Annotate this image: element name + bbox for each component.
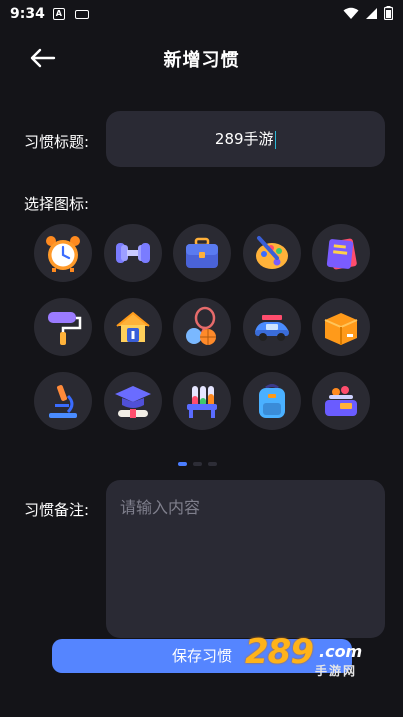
graduation-cap-icon bbox=[114, 386, 151, 418]
icon-option-notebook[interactable] bbox=[312, 224, 370, 282]
house-icon bbox=[115, 311, 150, 342]
paint-roller-icon bbox=[48, 312, 82, 345]
icon-option-backpack[interactable] bbox=[242, 372, 301, 430]
icon-option-briefcase[interactable] bbox=[173, 224, 231, 282]
status-icons bbox=[343, 6, 393, 20]
page-dot-1[interactable] bbox=[178, 462, 187, 466]
icon-page-indicator bbox=[178, 462, 217, 466]
icon-option-package-box[interactable] bbox=[312, 298, 370, 356]
battery-icon bbox=[384, 6, 393, 20]
icon-option-dumbbell[interactable] bbox=[103, 224, 162, 282]
icon-select-label: 选择图标: bbox=[24, 195, 90, 213]
dumbbell-icon bbox=[115, 243, 150, 263]
icon-option-house[interactable] bbox=[103, 298, 162, 356]
icon-option-paint-roller[interactable] bbox=[34, 298, 92, 356]
watermark-number: 289 bbox=[245, 632, 314, 672]
text-caret bbox=[274, 130, 277, 149]
weighing-scale-icon bbox=[325, 386, 357, 416]
microscope-icon bbox=[49, 385, 77, 418]
habit-title-input[interactable]: 289手游 bbox=[106, 111, 385, 167]
page-title: 新增习惯 bbox=[163, 50, 240, 71]
alarm-clock-icon bbox=[46, 236, 80, 272]
page-dot-3[interactable] bbox=[208, 462, 217, 466]
paint-palette-icon bbox=[255, 236, 288, 269]
icon-option-car[interactable] bbox=[242, 298, 301, 356]
top-bar: 新增习惯 bbox=[0, 38, 403, 78]
backpack-icon bbox=[258, 384, 285, 418]
car-icon bbox=[254, 315, 289, 341]
habit-note-label: 习惯备注: bbox=[24, 501, 90, 519]
icon-option-test-tubes[interactable] bbox=[173, 372, 231, 430]
notification-a-icon: A bbox=[52, 8, 65, 20]
keyboard-icon bbox=[74, 9, 89, 19]
wifi-icon bbox=[343, 7, 359, 19]
icon-option-graduation-cap[interactable] bbox=[103, 372, 162, 430]
habit-note-input[interactable]: 请输入内容 bbox=[106, 480, 385, 638]
page-dot-2[interactable] bbox=[193, 462, 202, 466]
icon-option-alarm-clock[interactable] bbox=[34, 224, 92, 282]
icon-option-paint-palette[interactable] bbox=[242, 224, 301, 282]
watermark-logo: 289 .com 手游网 bbox=[245, 632, 385, 680]
watermark-text: 手游网 bbox=[315, 664, 358, 678]
icon-option-microscope[interactable] bbox=[34, 372, 92, 430]
sports-balls-icon bbox=[186, 306, 216, 345]
status-bar: 9:34 A bbox=[0, 0, 403, 28]
briefcase-icon bbox=[186, 237, 218, 268]
habit-title-label: 习惯标题: bbox=[24, 133, 90, 151]
icon-option-weighing-scale[interactable] bbox=[312, 372, 370, 430]
habit-note-placeholder: 请输入内容 bbox=[120, 498, 201, 517]
package-box-icon bbox=[324, 313, 358, 345]
signal-icon bbox=[366, 7, 377, 19]
notebook-icon bbox=[326, 238, 357, 270]
watermark-domain: .com bbox=[319, 642, 363, 661]
test-tubes-icon bbox=[187, 386, 217, 418]
status-time: 9:34 bbox=[10, 6, 45, 22]
habit-title-value: 289手游 bbox=[214, 130, 274, 148]
icon-option-sports-balls[interactable] bbox=[173, 298, 231, 356]
